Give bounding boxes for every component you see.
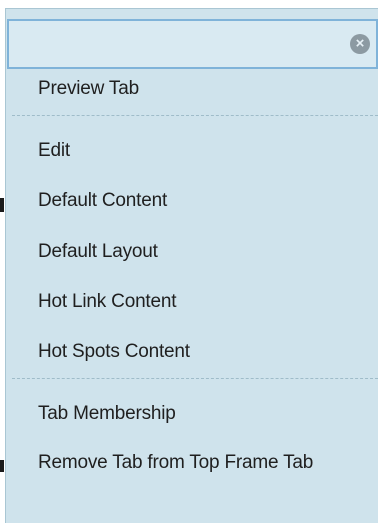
underlying-text-fragment bbox=[0, 198, 4, 212]
menu-divider bbox=[12, 378, 378, 379]
menu-header: × bbox=[7, 19, 378, 69]
menu-item-default-layout[interactable]: Default Layout bbox=[38, 241, 158, 263]
menu-item-hot-spots-content[interactable]: Hot Spots Content bbox=[38, 341, 190, 363]
menu-item-preview-tab[interactable]: Preview Tab bbox=[38, 78, 139, 100]
page: × Preview Tab Edit Default Content Defau… bbox=[0, 0, 378, 523]
menu-item-remove-tab[interactable]: Remove Tab from Top Frame Tab bbox=[38, 450, 368, 476]
menu-item-tab-membership[interactable]: Tab Membership bbox=[38, 403, 176, 425]
menu-divider bbox=[12, 115, 378, 116]
menu-item-edit[interactable]: Edit bbox=[38, 140, 70, 162]
close-icon[interactable]: × bbox=[350, 34, 370, 54]
context-menu: × Preview Tab Edit Default Content Defau… bbox=[5, 8, 378, 523]
menu-item-hot-link-content[interactable]: Hot Link Content bbox=[38, 291, 177, 313]
underlying-text-fragment bbox=[0, 460, 4, 472]
menu-item-default-content[interactable]: Default Content bbox=[38, 190, 167, 212]
